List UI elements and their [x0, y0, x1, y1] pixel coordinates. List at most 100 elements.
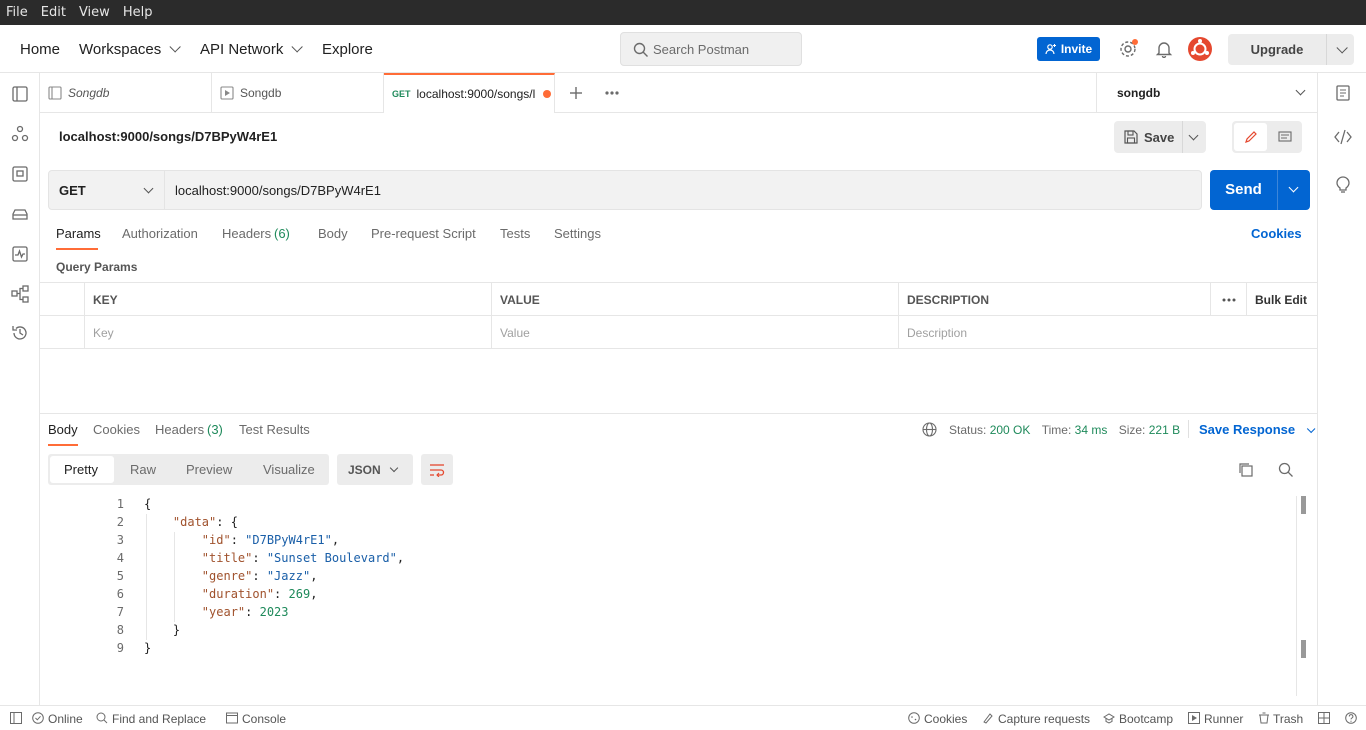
comments-button[interactable] [1269, 123, 1300, 151]
send-button[interactable]: Send [1210, 170, 1310, 210]
trash-button[interactable]: Trash [1273, 712, 1303, 726]
format-select[interactable]: JSON [337, 454, 413, 485]
menu-view[interactable]: View [79, 5, 110, 20]
line-number: 9 [116, 641, 124, 655]
tab-params[interactable]: Params [56, 226, 101, 241]
lightbulb-icon[interactable] [1334, 176, 1352, 194]
tab-authorization[interactable]: Authorization [122, 226, 198, 241]
tab-response-cookies[interactable]: Cookies [93, 422, 140, 437]
add-user-icon [1045, 44, 1056, 55]
upgrade-button[interactable]: Upgrade [1228, 34, 1354, 65]
workspaces-menu[interactable]: Workspaces [79, 25, 182, 73]
scrollbar-thumb-top [1301, 496, 1306, 514]
invite-button[interactable]: Invite [1037, 37, 1100, 61]
url-input[interactable]: localhost:9000/songs/D7BPyW4rE1 [175, 171, 381, 209]
history-icon[interactable] [11, 324, 29, 342]
chevron-down-icon[interactable] [1188, 130, 1199, 141]
unsaved-dot-icon[interactable] [543, 90, 552, 98]
tab-response-body[interactable]: Body [48, 422, 78, 437]
sidebar-toggle-icon[interactable] [10, 712, 22, 724]
tab-songdb-runner[interactable]: Songdb [212, 73, 384, 113]
apis-icon[interactable] [11, 125, 29, 143]
tab-tests[interactable]: Tests [500, 226, 530, 241]
more-options-button[interactable] [1210, 283, 1246, 316]
time-value[interactable]: 34 ms [1075, 423, 1108, 437]
environments-icon[interactable] [11, 165, 29, 183]
more-tabs-icon[interactable] [605, 90, 619, 96]
save-button[interactable]: Save [1114, 121, 1206, 153]
tab-test-results[interactable]: Test Results [239, 422, 310, 437]
chevron-down-icon[interactable] [1288, 182, 1299, 193]
code-icon[interactable] [1334, 129, 1352, 145]
status-value[interactable]: 200 OK [990, 423, 1031, 437]
editor-scrollbar[interactable] [1296, 496, 1306, 696]
view-pretty[interactable]: Pretty [64, 454, 98, 485]
console-button[interactable]: Console [242, 712, 286, 726]
tab-response-headers[interactable]: Headers [155, 422, 204, 437]
value-input[interactable]: Value [491, 316, 898, 349]
wrap-icon [430, 463, 445, 477]
response-body-editor[interactable]: 1{2 "data": {3 "id": "D7BPyW4rE1", 4 "tit… [40, 496, 1296, 696]
copy-icon[interactable] [1238, 462, 1254, 478]
monitors-icon[interactable] [11, 245, 29, 263]
tab-prerequest-script[interactable]: Pre-request Script [371, 226, 476, 241]
bootcamp-button[interactable]: Bootcamp [1119, 712, 1173, 726]
tab-headers[interactable]: Headers [222, 226, 271, 241]
view-raw[interactable]: Raw [130, 454, 156, 485]
column-key: KEY [84, 283, 491, 316]
description-input[interactable]: Description [898, 316, 1317, 349]
mock-servers-icon[interactable] [11, 205, 29, 223]
size-value[interactable]: 221 B [1149, 423, 1180, 437]
table-row: Key Value Description [40, 316, 1317, 349]
save-response-button[interactable]: Save Response [1199, 422, 1316, 437]
bootcamp-icon [1103, 713, 1115, 724]
view-visualize[interactable]: Visualize [263, 454, 315, 485]
home-link[interactable]: Home [20, 25, 60, 73]
chevron-down-icon [143, 183, 154, 194]
runner-button[interactable]: Runner [1204, 712, 1243, 726]
cookies-link[interactable]: Cookies [1251, 226, 1302, 241]
response-divider [40, 413, 1317, 414]
cookies-button[interactable]: Cookies [924, 712, 967, 726]
chevron-down-icon[interactable] [1336, 41, 1348, 54]
api-network-menu[interactable]: API Network [200, 25, 304, 73]
layout-icon[interactable] [1318, 712, 1330, 724]
tab-get-request[interactable]: GET localhost:9000/songs/l [384, 73, 555, 113]
capture-requests-button[interactable]: Capture requests [998, 712, 1090, 726]
settings-button[interactable] [1116, 37, 1140, 61]
globe-icon[interactable] [922, 422, 937, 437]
tab-songdb-collection[interactable]: Songdb [40, 73, 212, 113]
tab-method: GET [392, 89, 411, 99]
key-input[interactable]: Key [84, 316, 491, 349]
request-title[interactable]: localhost:9000/songs/D7BPyW4rE1 [59, 129, 277, 144]
find-replace-button[interactable]: Find and Replace [112, 712, 206, 726]
status-bar: Online Find and Replace Console Cookies … [0, 705, 1366, 730]
wrap-lines-button[interactable] [421, 454, 453, 485]
online-status[interactable]: Online [48, 712, 83, 726]
scrollbar-thumb-bottom [1301, 640, 1306, 658]
search-input[interactable]: Search Postman [620, 32, 802, 66]
notifications-button[interactable] [1152, 37, 1176, 61]
flows-icon[interactable] [11, 285, 29, 303]
explore-link[interactable]: Explore [322, 25, 373, 73]
status-label: Status: [949, 423, 987, 437]
tab-body[interactable]: Body [318, 226, 348, 241]
plus-icon[interactable] [569, 86, 583, 100]
bulk-edit-button[interactable]: Bulk Edit [1246, 283, 1317, 316]
edit-button[interactable] [1234, 123, 1267, 151]
search-icon[interactable] [1278, 462, 1294, 478]
code-line: "year": 2023 [201, 605, 289, 619]
view-preview[interactable]: Preview [186, 454, 232, 485]
active-tab-indicator [56, 248, 98, 250]
help-icon[interactable] [1345, 712, 1357, 724]
environment-select[interactable]: songdb [1096, 73, 1317, 113]
menu-file[interactable]: File [6, 5, 28, 20]
method-select[interactable]: GET [49, 171, 165, 209]
menu-help[interactable]: Help [123, 5, 153, 20]
collections-icon[interactable] [11, 85, 29, 103]
menu-edit[interactable]: Edit [41, 5, 66, 20]
documentation-icon[interactable] [1335, 85, 1351, 101]
tab-settings[interactable]: Settings [554, 226, 601, 241]
send-label: Send [1225, 181, 1262, 198]
avatar[interactable] [1188, 37, 1212, 61]
